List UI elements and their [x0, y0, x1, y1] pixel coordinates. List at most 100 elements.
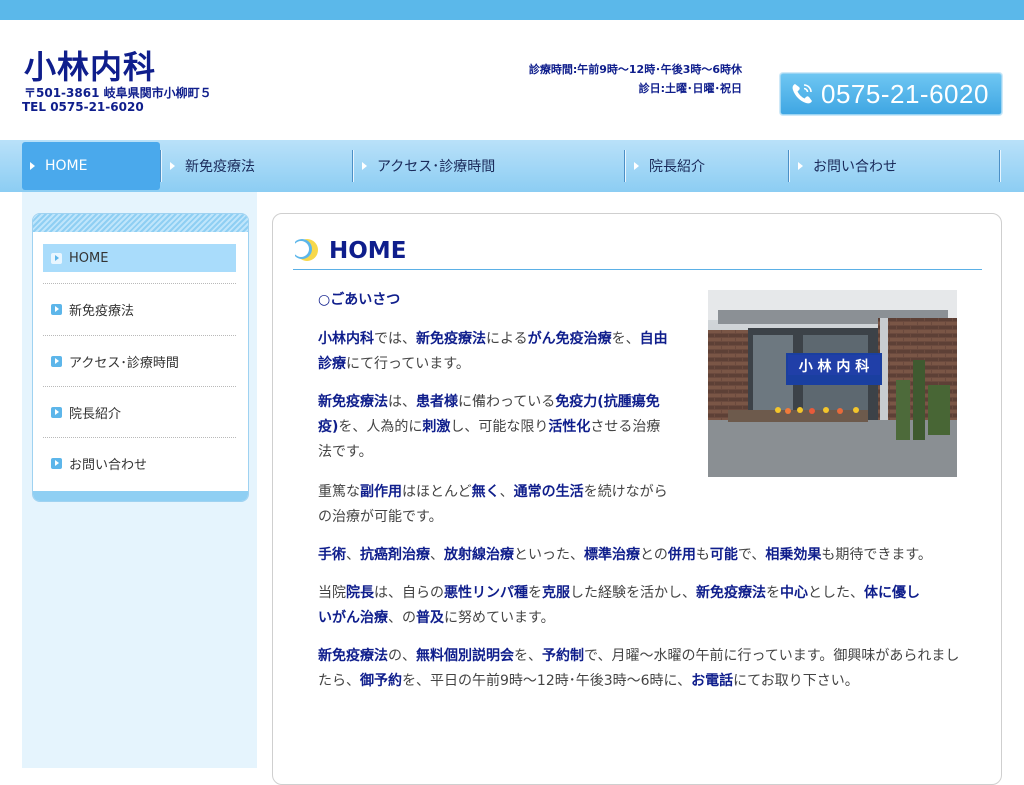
body-text: を	[766, 585, 780, 601]
emphasis-text: 患者様	[416, 394, 458, 410]
body-text: し、可能な限り	[450, 419, 549, 435]
paragraph-3: 重篤な副作用はほとんど無く、通常の生活を続けながらの治療が可能です。	[318, 480, 668, 530]
body-text: した経験を活かし、	[570, 585, 696, 601]
body-text: 、	[346, 547, 360, 563]
body-text: を	[528, 585, 542, 601]
paragraph-line: 新免疫療法の、無料個別説明会を、予約制で、月曜～水曜の午前に行っています。御興味…	[318, 644, 959, 669]
emphasis-text: お電話	[691, 673, 734, 689]
tel-text: TEL 0575-21-6020	[22, 100, 144, 114]
body-text: 、	[499, 484, 514, 500]
emphasis-text: 無く	[471, 484, 500, 500]
clinic-hours: 診療時間:午前9時～12時･午後3時～6時休 診日:土曜･日曜･祝日	[529, 60, 742, 98]
emphasis-text: 新免疫療法	[416, 331, 486, 347]
emphasis-text: 通常の生活	[513, 484, 584, 500]
paragraph-line: 小林内科では、新免疫療法によるがん免疫治療を、自由	[318, 327, 668, 352]
paragraph-line: の治療が可能です。	[318, 505, 668, 530]
emphasis-text: 悪性リンパ種	[444, 585, 528, 601]
nav-item-access-hours[interactable]: アクセス･診療時間	[362, 142, 622, 190]
nav-item-contact[interactable]: お問い合わせ	[798, 142, 996, 190]
moon-icon	[295, 239, 318, 261]
body-text: の治療が可能です。	[318, 509, 443, 525]
paragraph-line: 当院院長は、自らの悪性リンパ種を克服した経験を活かし、新免疫療法を中心とした、体…	[318, 581, 920, 606]
clinic-address: 〒501-3861 岐阜県関市小柳町５ TEL 0575-21-6020	[22, 86, 212, 114]
sidebar-item-director[interactable]: 院長紹介	[43, 398, 236, 426]
bullet-arrow-icon	[51, 457, 62, 469]
site-title[interactable]: 小林内科	[24, 42, 156, 88]
phone-call-button[interactable]: 0575-21-6020	[780, 73, 1002, 115]
arrow-right-icon	[798, 162, 803, 170]
emphasis-text: 体に優し	[864, 585, 920, 601]
nav-divider	[352, 150, 354, 182]
bullet-arrow-icon	[51, 252, 62, 264]
arrow-right-icon	[30, 162, 35, 170]
paragraph-line: いがん治療、の普及に努めています。	[318, 606, 920, 631]
body-text: では、	[374, 331, 416, 347]
emphasis-text: 小林内科	[318, 331, 374, 347]
body-text: は、自らの	[374, 585, 444, 601]
emphasis-text: 新免疫療法	[318, 648, 388, 664]
paragraph-1: 小林内科では、新免疫療法によるがん免疫治療を、自由診療にて行っています。	[318, 327, 668, 377]
paragraph-5: 当院院長は、自らの悪性リンパ種を克服した経験を活かし、新免疫療法を中心とした、体…	[318, 581, 920, 631]
sidebar-item-label: お問い合わせ	[69, 457, 148, 473]
phone-icon	[787, 79, 817, 109]
nav-item-director[interactable]: 院長紹介	[634, 142, 784, 190]
sidebar-item-contact[interactable]: お問い合わせ	[43, 449, 236, 477]
nav-item-new-immunotherapy[interactable]: 新免疫療法	[170, 142, 350, 190]
body-text: の、	[388, 648, 416, 664]
title-underline	[293, 269, 982, 270]
photo-sign-text: 小 林 内 科	[799, 358, 870, 375]
site-header: 小林内科 〒501-3861 岐阜県関市小柳町５ TEL 0575-21-602…	[0, 20, 1024, 140]
emphasis-text: 御予約	[360, 673, 402, 689]
body-text: 法です。	[318, 444, 373, 460]
body-text: はほとんど	[402, 484, 472, 500]
paragraph-6: 新免疫療法の、無料個別説明会を、予約制で、月曜～水曜の午前に行っています。御興味…	[318, 644, 959, 694]
main-content: HOME 小 林 内 科 ○ごあいさつ 小林内科では、新免疫療法によるがん免疫治…	[272, 213, 1002, 785]
emphasis-text: 院長	[346, 585, 374, 601]
body-text: 、	[430, 547, 444, 563]
bullet-arrow-icon	[51, 355, 62, 367]
emphasis-text: 副作用	[360, 484, 402, 500]
sidebar-item-label: 院長紹介	[69, 406, 122, 422]
emphasis-text: 刺激	[422, 419, 451, 435]
paragraph-line: 新免疫療法は、患者様に備わっている免疫力(抗腫瘍免	[318, 390, 660, 415]
arrow-right-icon	[362, 162, 367, 170]
nav-divider	[624, 150, 626, 182]
body-text: を、人為的に	[338, 419, 423, 435]
sidebar-item-label: アクセス･診療時間	[69, 355, 179, 371]
sidebar-item-new-immunotherapy[interactable]: 新免疫療法	[43, 295, 236, 323]
arrow-right-icon	[170, 162, 175, 170]
nav-divider	[788, 150, 790, 182]
nav-item-home[interactable]: HOME	[22, 142, 160, 190]
body-text: たら、	[318, 673, 360, 689]
body-text: とした、	[808, 585, 864, 601]
emphasis-text: 予約制	[542, 648, 584, 664]
emphasis-text: 新免疫療法	[696, 585, 766, 601]
body-text: に備わっている	[458, 394, 556, 410]
body-text: を、平日の午前9時～12時･午後3時～6時に、	[402, 673, 692, 689]
closed-days-text: 診日:土曜･日曜･祝日	[638, 82, 742, 95]
body-text: にてお取り下さい。	[733, 673, 859, 689]
nav-label: 新免疫療法	[185, 159, 255, 175]
emphasis-text: 普及	[416, 610, 444, 626]
body-text: にて行っています。	[346, 356, 470, 372]
body-text: を続けながら	[583, 484, 668, 500]
body-text: 、の	[388, 610, 416, 626]
sidebar-divider	[43, 335, 236, 336]
body-text: 当院	[318, 585, 346, 601]
bullet-arrow-icon	[51, 303, 62, 315]
emphasis-text: 活性化	[548, 419, 591, 435]
emphasis-text: 診療	[318, 356, 346, 372]
nav-divider	[160, 150, 162, 182]
body-text: 重篤な	[318, 484, 360, 500]
body-text: で、	[737, 547, 766, 563]
body-text: に努めています。	[444, 610, 555, 626]
emphasis-text: 無料個別説明会	[416, 648, 514, 664]
address-text: 〒501-3861 岐阜県関市小柳町５	[24, 86, 212, 100]
sidebar-item-home[interactable]: HOME	[43, 244, 236, 272]
sidebar-item-label: HOME	[69, 250, 109, 266]
body-text: を、	[611, 331, 640, 347]
global-nav: HOME 新免疫療法 アクセス･診療時間 院長紹介 お問い合わせ	[0, 140, 1024, 192]
top-accent-bar	[0, 0, 1024, 20]
emphasis-text: 可能	[709, 547, 738, 563]
sidebar-item-access-hours[interactable]: アクセス･診療時間	[43, 347, 236, 375]
